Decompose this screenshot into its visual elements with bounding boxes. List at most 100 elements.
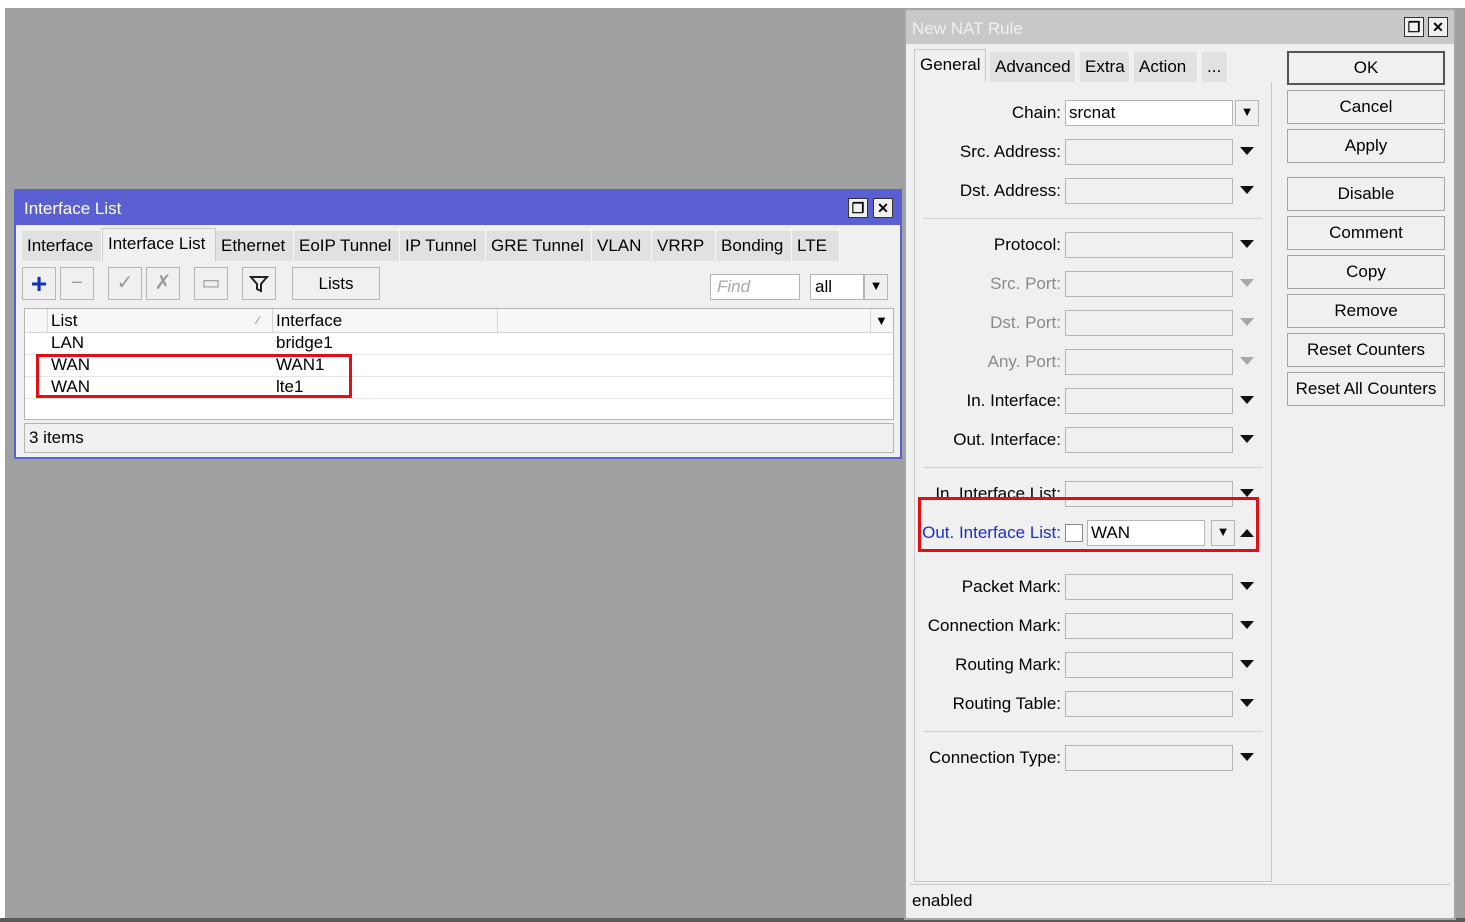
column-header-list[interactable]: List (51, 311, 77, 331)
field-dst-port: Dst. Port: (915, 310, 1273, 338)
table-row[interactable]: LAN bridge1 (25, 333, 893, 355)
dropdown-icon[interactable] (1240, 582, 1254, 590)
field-routing-mark: Routing Mark: (915, 652, 1273, 680)
field-label: Packet Mark: (961, 577, 1061, 596)
restore-icon[interactable]: ❐ (848, 198, 868, 218)
dropdown-icon[interactable] (1240, 240, 1254, 248)
comment-button[interactable]: Comment (1287, 216, 1445, 250)
routing-table-input[interactable] (1065, 691, 1233, 717)
connection-type-input[interactable] (1065, 745, 1233, 771)
copy-button[interactable]: Copy (1287, 255, 1445, 289)
dropdown-icon[interactable] (1240, 753, 1254, 761)
in-interface-input[interactable] (1065, 388, 1233, 414)
interface-list-window: Interface List ❐ ✕ Interface Interface L… (14, 189, 902, 459)
dropdown-icon[interactable] (1240, 396, 1254, 404)
src-address-input[interactable] (1065, 139, 1233, 165)
divider (923, 467, 1263, 468)
tab-more[interactable]: ... (1202, 52, 1228, 82)
field-out-interface: Out. Interface: (915, 427, 1273, 455)
toolbar: + − ✓ ✗ ▭ Lists Find all ▼ (22, 267, 896, 301)
disable-icon[interactable]: ✗ (146, 267, 180, 300)
connection-mark-input[interactable] (1065, 613, 1233, 639)
tab-ip-tunnel[interactable]: IP Tunnel (400, 231, 486, 261)
restore-icon[interactable]: ❐ (1404, 17, 1424, 37)
dst-port-input (1065, 310, 1233, 336)
dst-address-input[interactable] (1065, 178, 1233, 204)
desktop-edge (1456, 8, 1465, 920)
dropdown-icon[interactable]: ▼ (1235, 100, 1259, 126)
field-chain: Chain: srcnat ▼ (915, 100, 1273, 128)
close-icon[interactable]: ✕ (873, 198, 893, 218)
field-label: Any. Port: (987, 352, 1061, 371)
enable-icon[interactable]: ✓ (108, 267, 142, 300)
comment-icon[interactable]: ▭ (194, 267, 228, 300)
tab-advanced[interactable]: Advanced (990, 52, 1076, 82)
out-interface-input[interactable] (1065, 427, 1233, 453)
field-label: Protocol: (993, 235, 1061, 254)
tab-bonding[interactable]: Bonding (716, 231, 792, 261)
packet-mark-input[interactable] (1065, 574, 1233, 600)
any-port-input (1065, 349, 1233, 375)
item-count: 3 items (24, 423, 894, 453)
cell-interface: bridge1 (276, 333, 333, 352)
apply-button[interactable]: Apply (1287, 129, 1445, 163)
tab-gre-tunnel[interactable]: GRE Tunnel (486, 231, 592, 261)
field-label: Dst. Port: (990, 313, 1061, 332)
tab-ethernet[interactable]: Ethernet (216, 231, 294, 261)
tab-vrrp[interactable]: VRRP (652, 231, 716, 261)
filter-select[interactable]: all (810, 274, 864, 300)
protocol-input[interactable] (1065, 232, 1233, 258)
add-icon[interactable]: + (22, 267, 56, 300)
field-label: Routing Table: (952, 694, 1061, 713)
tab-action[interactable]: Action (1134, 52, 1198, 82)
disable-button[interactable]: Disable (1287, 177, 1445, 211)
remove-button[interactable]: Remove (1287, 294, 1445, 328)
column-menu-icon[interactable]: ▼ (875, 313, 888, 328)
chain-input[interactable]: srcnat (1065, 100, 1233, 126)
dropdown-icon[interactable] (1240, 621, 1254, 629)
interface-list-titlebar[interactable]: Interface List ❐ ✕ (16, 191, 900, 225)
tab-eoip-tunnel[interactable]: EoIP Tunnel (294, 231, 400, 261)
dropdown-icon (1240, 318, 1254, 326)
dropdown-icon (1240, 357, 1254, 365)
column-header-interface[interactable]: Interface (276, 311, 342, 331)
ok-button[interactable]: OK (1287, 51, 1445, 85)
field-any-port: Any. Port: (915, 349, 1273, 377)
tab-interface-list[interactable]: Interface List (102, 228, 216, 261)
find-input[interactable]: Find (710, 274, 800, 300)
nat-titlebar[interactable]: New NAT Rule ❐ ✕ (906, 10, 1454, 44)
src-port-input (1065, 271, 1233, 297)
close-icon[interactable]: ✕ (1428, 17, 1448, 37)
lists-button[interactable]: Lists (292, 267, 380, 300)
routing-mark-input[interactable] (1065, 652, 1233, 678)
reset-all-counters-button[interactable]: Reset All Counters (1287, 372, 1445, 406)
window-title: New NAT Rule (912, 19, 1023, 38)
tab-lte[interactable]: LTE (792, 231, 840, 261)
tab-extra[interactable]: Extra (1080, 52, 1130, 82)
field-dst-address: Dst. Address: (915, 178, 1273, 206)
tab-general[interactable]: General (914, 49, 986, 82)
cancel-button[interactable]: Cancel (1287, 90, 1445, 124)
dropdown-icon[interactable] (1240, 489, 1254, 497)
dropdown-icon[interactable] (1240, 660, 1254, 668)
field-in-interface: In. Interface: (915, 388, 1273, 416)
field-src-address: Src. Address: (915, 139, 1273, 167)
dropdown-icon[interactable]: ▼ (864, 274, 888, 300)
dropdown-icon[interactable] (1240, 186, 1254, 194)
tab-vlan[interactable]: VLAN (592, 231, 652, 261)
field-connection-type: Connection Type: (915, 745, 1273, 773)
dropdown-icon[interactable] (1240, 435, 1254, 443)
dropdown-icon[interactable] (1240, 147, 1254, 155)
tab-interface[interactable]: Interface (22, 231, 102, 261)
remove-icon[interactable]: − (60, 267, 94, 300)
reset-counters-button[interactable]: Reset Counters (1287, 333, 1445, 367)
filter-icon[interactable] (242, 267, 276, 300)
dropdown-icon[interactable] (1240, 699, 1254, 707)
field-label: Connection Type: (929, 748, 1061, 767)
sort-icon: ⁄ (257, 315, 259, 327)
window-title: Interface List (24, 199, 122, 218)
field-label: Src. Port: (990, 274, 1061, 293)
divider (923, 218, 1263, 219)
field-protocol: Protocol: (915, 232, 1273, 260)
table-header: List ⁄ Interface ▼ (25, 309, 893, 333)
